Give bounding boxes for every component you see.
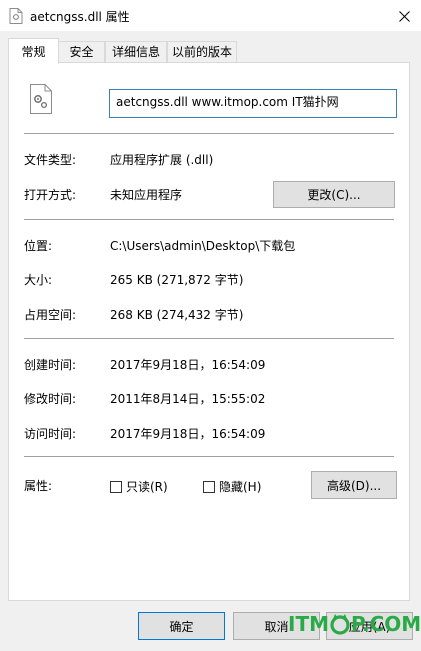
watermark-cat-icon bbox=[329, 613, 351, 635]
tab-general-label: 常规 bbox=[21, 45, 46, 59]
close-button[interactable] bbox=[388, 3, 421, 29]
window-title: aetcngss.dll 属性 bbox=[30, 10, 130, 24]
open-with-label: 打开方式: bbox=[24, 188, 77, 202]
tab-general[interactable]: 常规 bbox=[8, 38, 59, 64]
open-with-value: 未知应用程序 bbox=[110, 188, 183, 202]
filename-input[interactable]: aetcngss.dll www.itmop.com IT猫扑网 bbox=[109, 89, 397, 118]
watermark-text-right: P.COM bbox=[351, 612, 421, 636]
advanced-button[interactable]: 高级(D)... bbox=[311, 471, 397, 499]
location-label: 位置: bbox=[24, 239, 53, 253]
tab-details-label: 详细信息 bbox=[111, 45, 160, 59]
change-button[interactable]: 更改(C)... bbox=[273, 181, 395, 208]
readonly-checkbox[interactable]: 只读(R) bbox=[110, 478, 168, 495]
modified-value: 2011年8月14日，15:55:02 bbox=[110, 392, 266, 406]
divider bbox=[24, 338, 394, 339]
accessed-value: 2017年9月18日，16:54:09 bbox=[110, 427, 266, 441]
modified-label: 修改时间: bbox=[24, 392, 77, 406]
title-bar: aetcngss.dll 属性 bbox=[0, 0, 421, 31]
itmop-watermark: ITM P.COM bbox=[288, 612, 421, 636]
dll-file-icon bbox=[29, 84, 53, 114]
ok-button[interactable]: 确定 bbox=[138, 612, 225, 640]
checkbox-box[interactable] bbox=[203, 480, 215, 493]
location-value: C:\Users\admin\Desktop\下载包 bbox=[110, 239, 296, 253]
file-type-value: 应用程序扩展 (.dll) bbox=[110, 153, 214, 167]
size-label: 大小: bbox=[24, 273, 53, 287]
created-value: 2017年9月18日，16:54:09 bbox=[110, 358, 266, 372]
tab-previous-versions[interactable]: 以前的版本 bbox=[167, 41, 237, 62]
size-on-disk-value: 268 KB (274,432 字节) bbox=[110, 308, 244, 322]
created-label: 创建时间: bbox=[24, 358, 77, 372]
watermark-text-left: ITM bbox=[288, 612, 329, 636]
attributes-label: 属性: bbox=[24, 479, 53, 493]
divider bbox=[24, 456, 394, 457]
close-icon bbox=[399, 10, 410, 22]
checkbox-box[interactable] bbox=[110, 480, 122, 493]
hidden-checkbox[interactable]: 隐藏(H) bbox=[203, 478, 261, 495]
divider bbox=[24, 133, 394, 134]
size-value: 265 KB (271,872 字节) bbox=[110, 273, 244, 287]
tab-panel-general bbox=[8, 62, 410, 601]
tab-previous-versions-label: 以前的版本 bbox=[171, 45, 232, 59]
accessed-label: 访问时间: bbox=[24, 427, 77, 441]
tab-details[interactable]: 详细信息 bbox=[105, 41, 167, 62]
size-on-disk-label: 占用空间: bbox=[24, 308, 77, 322]
readonly-label: 只读(R) bbox=[126, 480, 168, 494]
file-icon bbox=[9, 8, 23, 24]
file-type-label: 文件类型: bbox=[24, 153, 77, 167]
hidden-label: 隐藏(H) bbox=[219, 480, 262, 494]
tab-security[interactable]: 安全 bbox=[58, 41, 105, 62]
divider bbox=[24, 219, 394, 220]
tab-security-label: 安全 bbox=[69, 45, 94, 59]
